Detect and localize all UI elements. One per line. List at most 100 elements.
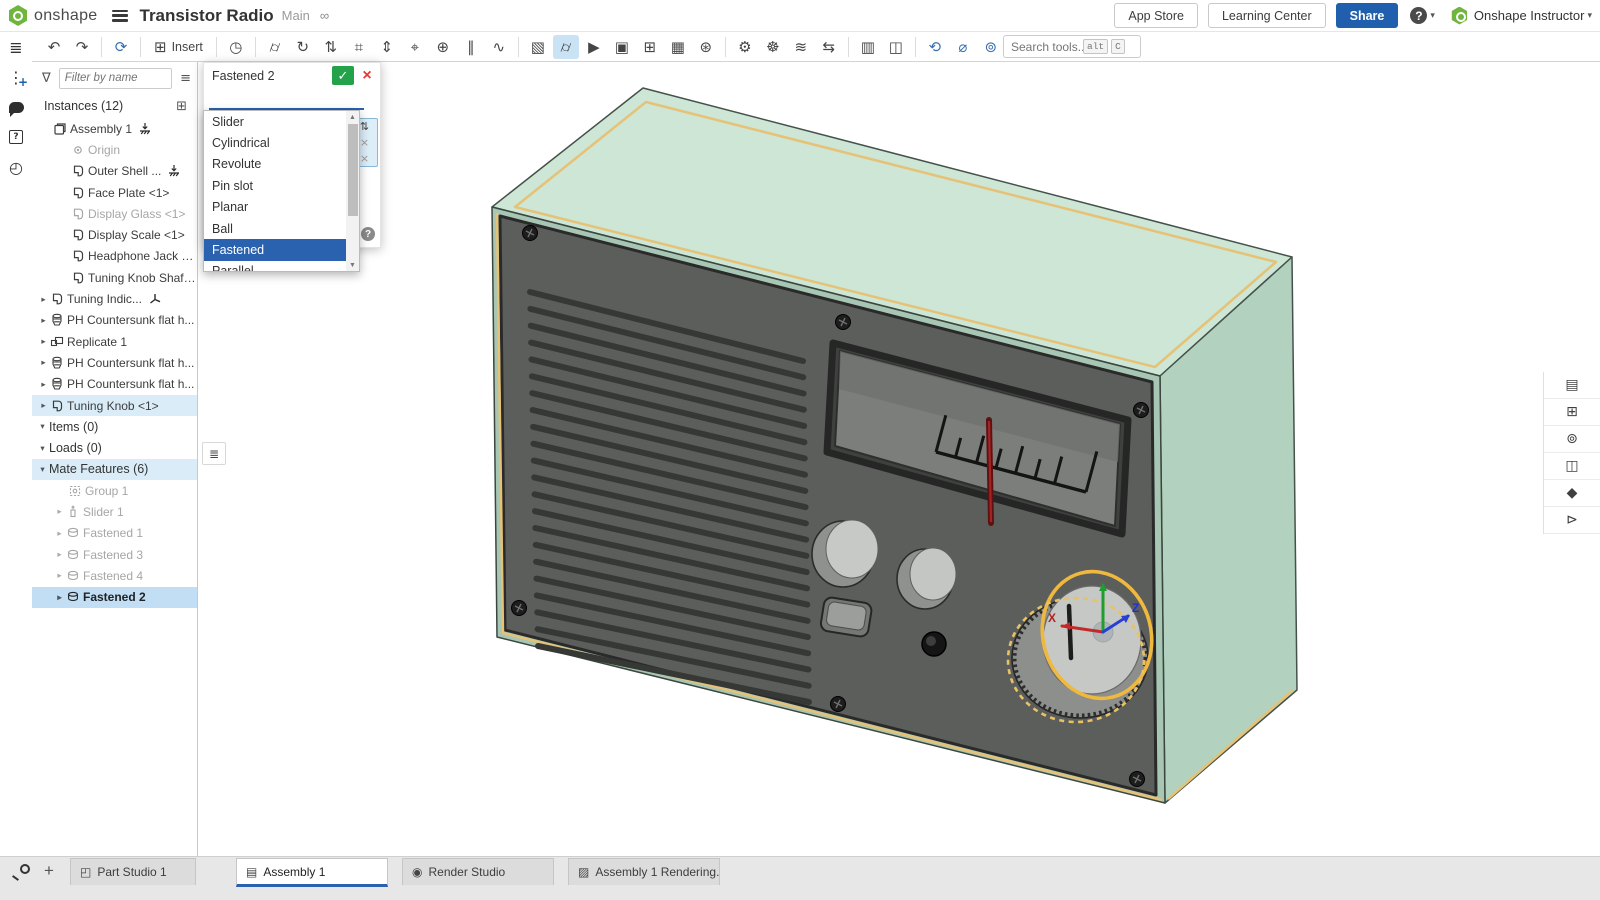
tree-item[interactable]: ▸Fastened 2 [32, 587, 197, 608]
chevron-down-icon[interactable]: ▾ [36, 421, 49, 432]
history-icon[interactable]: ◷ [223, 35, 249, 59]
tree-item[interactable]: ▸Slider 1 [32, 501, 197, 522]
named-positions-panel-icon[interactable]: ⊚ [1544, 426, 1600, 453]
belt-relation-icon[interactable]: ⇆ [816, 35, 842, 59]
box-select-icon[interactable]: ▧ [525, 35, 551, 59]
tree-item[interactable]: ▸PH Countersunk flat h... [32, 310, 197, 331]
remove-connector-icon[interactable]: × [360, 138, 369, 148]
parallel-mate-icon[interactable]: ∥ [458, 35, 484, 59]
filter-funnel-icon[interactable]: ∇ [42, 71, 51, 86]
chevron-right-icon[interactable]: ▸ [53, 592, 66, 603]
chevron-right-icon[interactable]: ▸ [37, 294, 50, 305]
tree-item[interactable]: Display Glass <1> [32, 203, 197, 224]
callout-panel-icon[interactable]: ⊳ [1544, 507, 1600, 534]
feature-list-panel-icon[interactable]: ▤ [1544, 372, 1600, 399]
interference-icon[interactable]: ◫ [883, 35, 909, 59]
chevron-right-icon[interactable]: ▸ [37, 400, 50, 411]
assembly-tree-icon[interactable]: ≣ [0, 32, 32, 62]
insert-connector-icon[interactable]: ⋮+ [0, 62, 32, 92]
select-part-icon[interactable]: ▶ [581, 35, 607, 59]
scroll-up-icon[interactable]: ▲ [346, 111, 359, 123]
fastened-mate-icon[interactable]: ⌭ [262, 35, 288, 59]
mate-tool-icon[interactable]: ⌭ [553, 35, 579, 59]
pattern-icon[interactable]: ▦ [665, 35, 691, 59]
feature-doc-icon[interactable]: ▥ [855, 35, 881, 59]
mate-features-header[interactable]: ▾Mate Features (6) [32, 459, 197, 480]
slider-mate-icon[interactable]: ⇅ [318, 35, 344, 59]
share-button[interactable]: Share [1336, 3, 1399, 28]
update-icon[interactable]: ⟳ [108, 35, 134, 59]
remove-connector-icon[interactable]: × [360, 154, 369, 164]
share-link-icon[interactable]: ∞ [320, 8, 329, 23]
app-store-button[interactable]: App Store [1114, 3, 1198, 28]
tab-render-studio[interactable]: ◉Render Studio [402, 858, 554, 885]
tab-assembly-1[interactable]: ▤Assembly 1 [236, 858, 388, 887]
learning-center-button[interactable]: Learning Center [1208, 3, 1326, 28]
scroll-down-icon[interactable]: ▼ [346, 259, 359, 271]
planar-mate-icon[interactable]: ⌗ [346, 35, 372, 59]
tree-item[interactable]: Tuning Knob Shaft <1> [32, 267, 197, 288]
viewport-3d[interactable]: X Z Top Front Right Z X [198, 62, 1600, 856]
flip-connector-icon[interactable]: ⇅ [360, 121, 369, 132]
tree-item[interactable]: Face Plate <1> [32, 182, 197, 203]
insert-to-folder-icon[interactable]: ⊞ [176, 99, 187, 114]
chevron-right-icon[interactable]: ▸ [53, 549, 66, 560]
chevron-down-icon[interactable]: ▾ [36, 464, 49, 475]
model-question-icon[interactable]: ? [0, 122, 32, 152]
screw-relation-icon[interactable]: ≋ [788, 35, 814, 59]
explode-icon[interactable]: ⊛ [693, 35, 719, 59]
cylindrical-mate-icon[interactable]: ⇕ [374, 35, 400, 59]
tree-item[interactable]: Assembly 1 [32, 118, 197, 139]
dropdown-item[interactable]: Ball [204, 218, 359, 239]
tree-item[interactable]: ▸PH Countersunk flat h... [32, 352, 197, 373]
radio-3d-model[interactable]: X Z [198, 62, 1600, 856]
cylindrical-connector-icon[interactable]: ⌀ [950, 35, 976, 59]
mate-type-combobox[interactable] [209, 90, 364, 110]
section-header[interactable]: ▾Items (0) [32, 416, 197, 437]
main-menu-icon[interactable] [112, 10, 128, 22]
chevron-down-icon[interactable]: ▾ [36, 443, 49, 454]
ball-connector-icon[interactable]: ⊚ [978, 35, 1004, 59]
rack-pinion-relation-icon[interactable]: ☸ [760, 35, 786, 59]
chevron-right-icon[interactable]: ▸ [37, 357, 50, 368]
tree-item[interactable]: ▸Fastened 1 [32, 523, 197, 544]
chevron-right-icon[interactable]: ▸ [37, 336, 50, 347]
dropdown-scrollbar[interactable]: ▲ ▼ [346, 111, 359, 271]
tree-item[interactable]: Outer Shell ... [32, 161, 197, 182]
dropdown-item[interactable]: Slider [204, 111, 359, 132]
dropdown-item[interactable]: Pin slot [204, 175, 359, 196]
gear-relation-icon[interactable]: ⚙ [732, 35, 758, 59]
dropdown-item[interactable]: Planar [204, 197, 359, 218]
help-icon[interactable]: ? [1410, 7, 1427, 24]
dialog-help-icon[interactable]: ? [361, 227, 375, 241]
appearance-panel-icon[interactable]: ◆ [1544, 480, 1600, 507]
revolute-mate-icon[interactable]: ↻ [290, 35, 316, 59]
chevron-right-icon[interactable]: ▸ [53, 570, 66, 581]
stopwatch-icon[interactable]: ◴ [0, 152, 32, 182]
chevron-right-icon[interactable]: ▸ [53, 528, 66, 539]
tree-item[interactable]: ▸Tuning Knob <1> [32, 395, 197, 416]
group-parts-icon[interactable]: ▣ [609, 35, 635, 59]
tab-assembly-1-rendering-j-[interactable]: ▨Assembly 1 Rendering.j... [568, 858, 720, 885]
headphone-jack[interactable] [922, 632, 946, 656]
tangent-mate-icon[interactable]: ∿ [486, 35, 512, 59]
tree-item[interactable]: ▸PH Countersunk flat h... [32, 374, 197, 395]
tree-item[interactable]: ▸Fastened 3 [32, 544, 197, 565]
tree-item[interactable]: ▸Fastened 4 [32, 565, 197, 586]
configurations-panel-icon[interactable]: ⊞ [1544, 399, 1600, 426]
tree-item[interactable]: Headphone Jack <1> [32, 246, 197, 267]
tab-part-studio-1[interactable]: ◰Part Studio 1 [70, 858, 196, 885]
ball-mate-icon[interactable]: ⊕ [430, 35, 456, 59]
dropdown-item[interactable]: Cylindrical [204, 132, 359, 153]
comment-icon[interactable] [0, 92, 32, 122]
workspace-name[interactable]: Main [282, 8, 310, 23]
add-tab-button[interactable]: + [38, 858, 60, 884]
tree-item[interactable]: Display Scale <1> [32, 224, 197, 245]
dialog-close-button[interactable]: × [358, 66, 376, 85]
undo-icon[interactable]: ↶ [41, 35, 67, 59]
tab-search-icon[interactable] [12, 864, 30, 880]
search-tools-box[interactable]: alt C [1003, 35, 1141, 58]
redo-icon[interactable]: ↷ [69, 35, 95, 59]
chevron-right-icon[interactable]: ▸ [37, 379, 50, 390]
scroll-thumb[interactable] [348, 124, 358, 216]
